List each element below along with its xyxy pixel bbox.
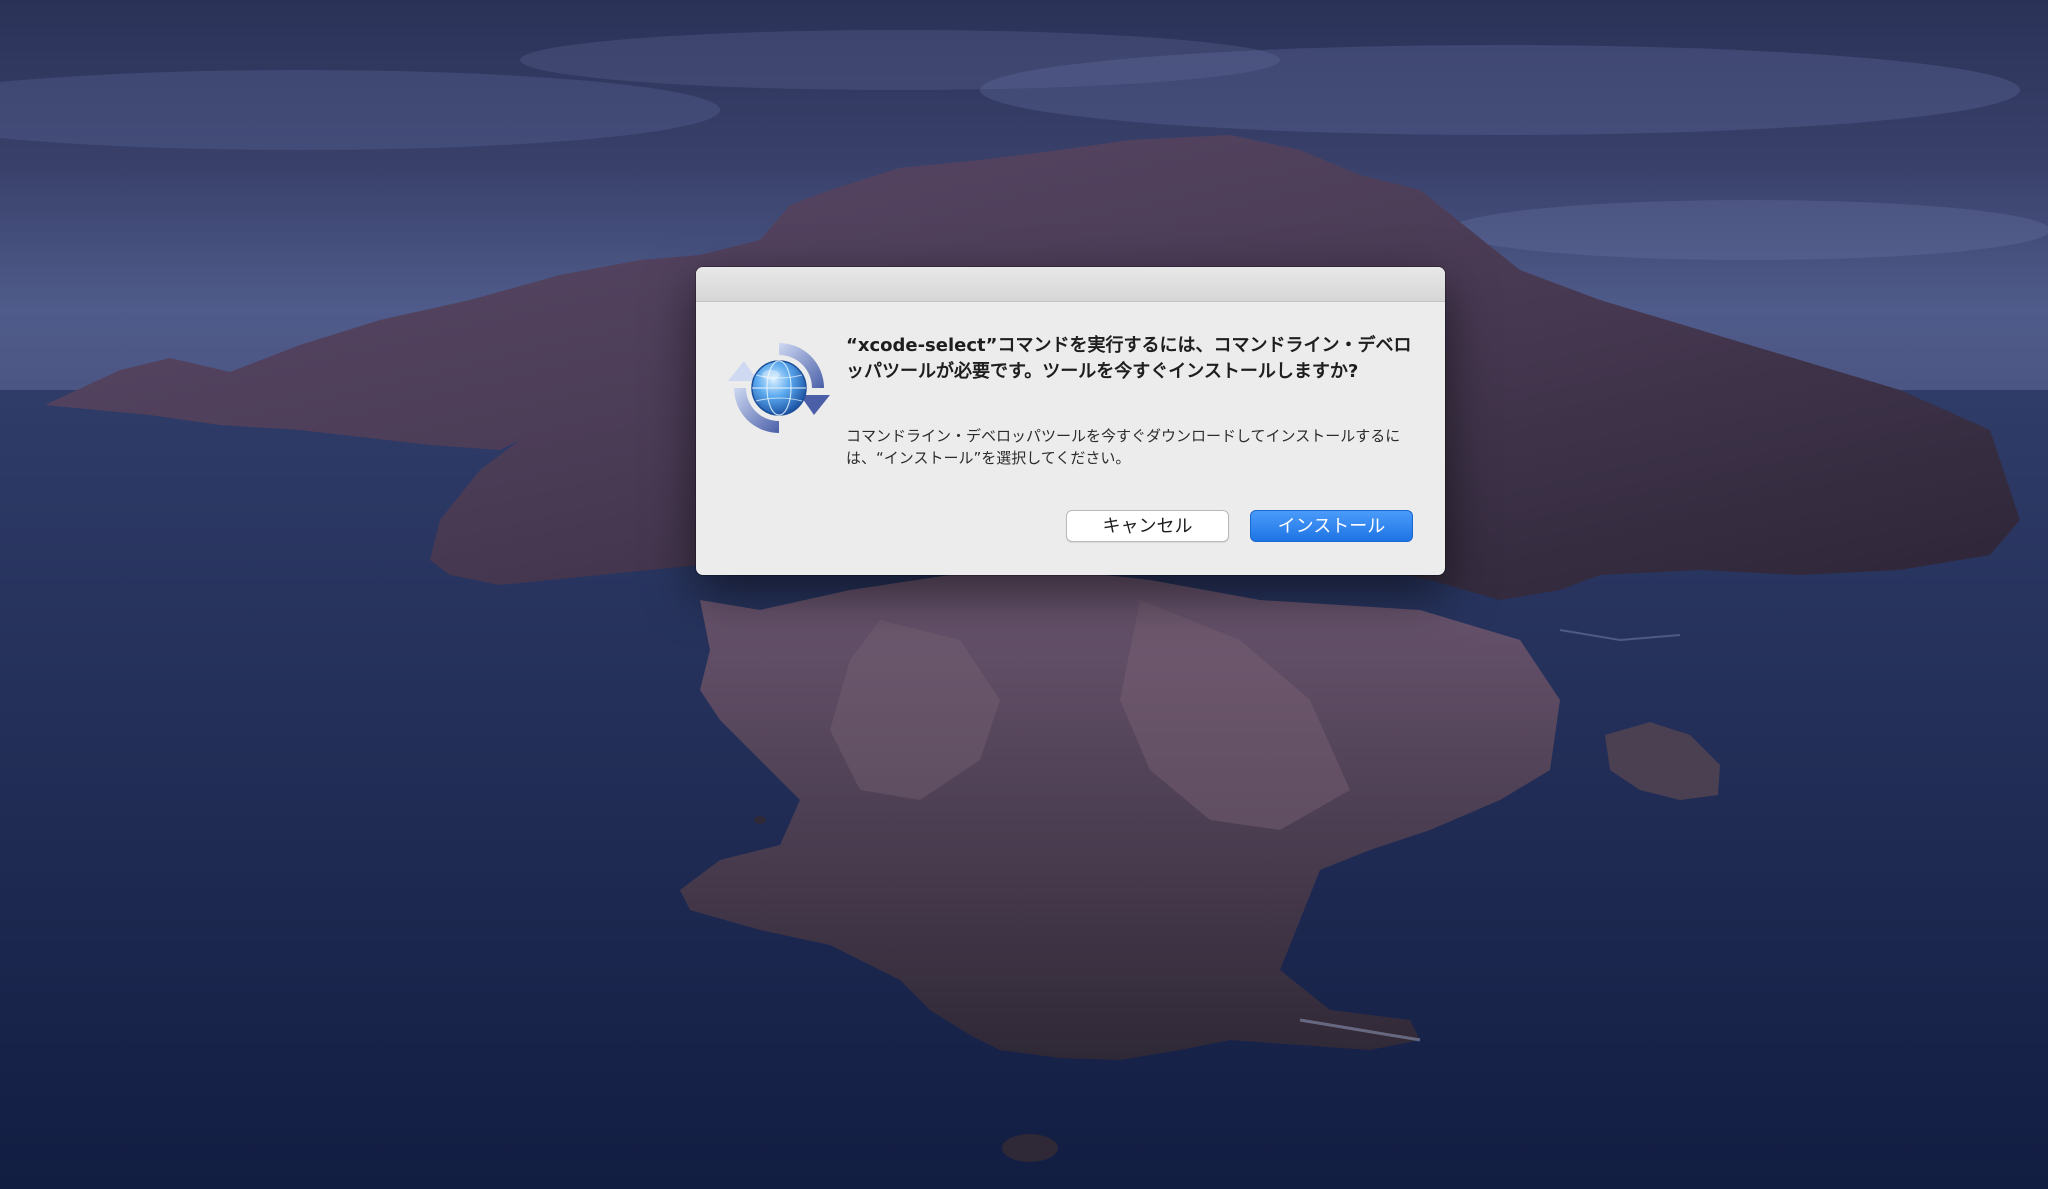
dialog-titlebar[interactable] (696, 267, 1445, 302)
dialog-message: コマンドライン・デベロッパツールを今すぐダウンロードしてインストールするには、“… (846, 427, 1401, 467)
desktop-wallpaper (0, 30, 2048, 1189)
install-button[interactable]: インストール (1250, 510, 1413, 542)
cancel-button[interactable]: キャンセル (1066, 510, 1229, 542)
dialog-title: “xcode-select”コマンドを実行するには、コマンドライン・デベロッパツ… (846, 335, 1412, 382)
desktop (0, 0, 2048, 1189)
software-update-globe-icon (728, 343, 830, 433)
install-tools-dialog: “xcode-select”コマンドを実行するには、コマンドライン・デベロッパツ… (696, 267, 1445, 575)
